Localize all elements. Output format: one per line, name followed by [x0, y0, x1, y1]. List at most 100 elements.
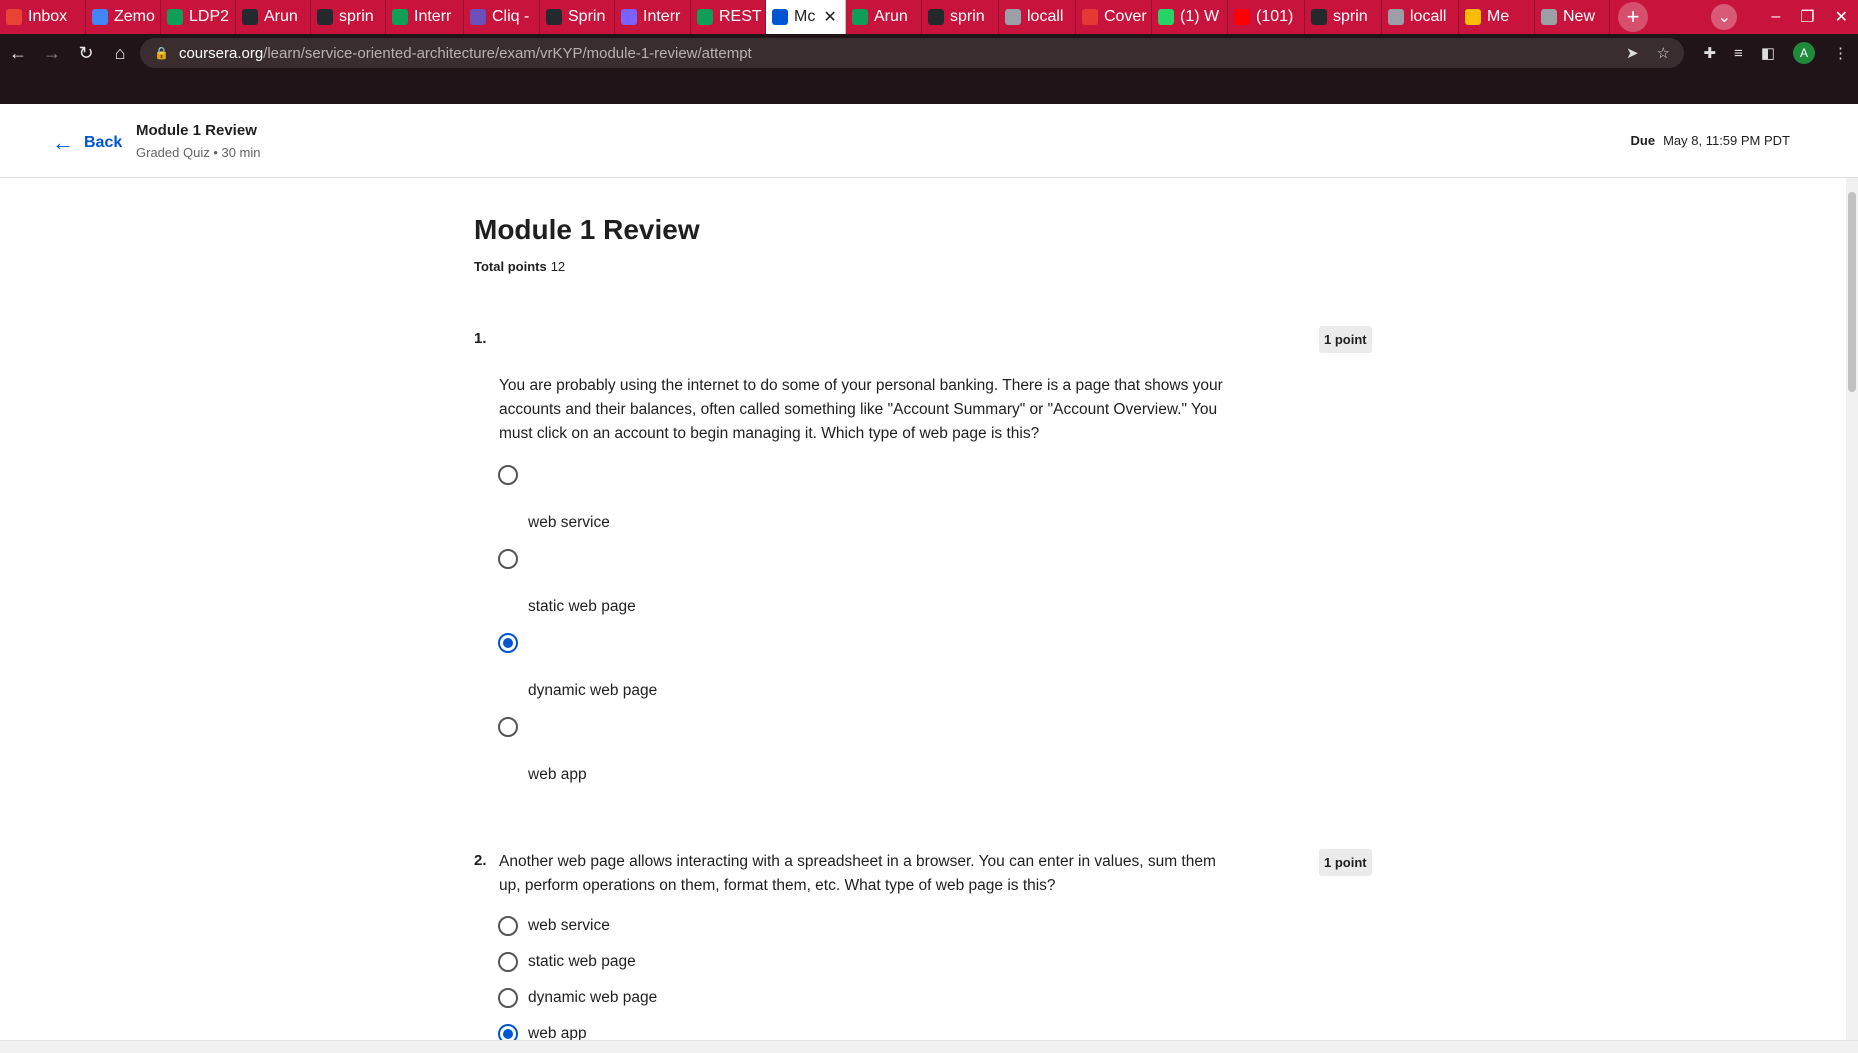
tab-label: Mc	[794, 8, 816, 25]
github-icon	[242, 9, 258, 25]
globe-icon	[1388, 9, 1404, 25]
browser-tab[interactable]: (1) W	[1152, 0, 1228, 34]
q1-option-1-label[interactable]: web service	[528, 514, 610, 532]
profile-avatar[interactable]: A	[1793, 42, 1815, 64]
q1-option-2-radio[interactable]	[498, 549, 518, 569]
due-date: Due May 8, 11:59 PM PDT	[1631, 133, 1790, 148]
tab-label: (101)	[1256, 8, 1294, 25]
extensions-icon[interactable]: ✚	[1703, 44, 1716, 62]
browser-tab[interactable]: sprin	[311, 0, 386, 34]
vertical-scrollbar[interactable]	[1846, 178, 1858, 1040]
quiz-content: Module 1 Review Total points 12 1. 1 poin…	[0, 178, 1846, 1040]
total-points: Total points 12	[474, 259, 565, 274]
browser-tab[interactable]: Inbox	[0, 0, 86, 34]
gmail-icon	[6, 9, 22, 25]
browser-tab[interactable]: Arun	[846, 0, 922, 34]
window-controls: ⌄ – ❐ ✕	[1711, 0, 1848, 34]
bookmark-bar	[0, 72, 1858, 104]
q1-option-4-radio[interactable]	[498, 717, 518, 737]
tab-label: locall	[1410, 8, 1447, 25]
question-2-number: 2.	[474, 852, 487, 869]
browser-tab[interactable]: sprin	[1305, 0, 1382, 34]
forward-nav-icon[interactable]: →	[36, 37, 68, 69]
q2-option-2-radio[interactable]	[498, 952, 518, 972]
close-tab-icon[interactable]: ✕	[823, 7, 836, 27]
q2-option-4-label[interactable]: web app	[528, 1025, 587, 1040]
browser-tab[interactable]: Cover	[1076, 0, 1152, 34]
browser-tab[interactable]: REST	[691, 0, 766, 34]
tab-label: sprin	[339, 8, 374, 25]
browser-tab[interactable]: locall	[1382, 0, 1459, 34]
browser-tab[interactable]: Interr	[386, 0, 464, 34]
browser-tab[interactable]: locall	[999, 0, 1076, 34]
browser-tab[interactable]: sprin	[922, 0, 999, 34]
browser-tab[interactable]: New	[1535, 0, 1610, 34]
q2-option-2-label[interactable]: static web page	[528, 953, 636, 971]
q1-option-3-label[interactable]: dynamic web page	[528, 682, 657, 700]
classroom-icon	[697, 9, 713, 25]
quiz-header: ← Back Module 1 Review Graded Quiz • 30 …	[0, 104, 1858, 178]
q2-option-3-radio[interactable]	[498, 988, 518, 1008]
tab-label: Cover	[1104, 8, 1147, 25]
question-2-text: Another web page allows interacting with…	[499, 853, 1216, 894]
side-panel-icon[interactable]: ◧	[1761, 44, 1775, 62]
q1-option-3-radio[interactable]	[498, 633, 518, 653]
total-points-value: 12	[550, 259, 566, 274]
back-nav-icon[interactable]: ←	[2, 37, 34, 69]
send-icon[interactable]: ➤	[1626, 44, 1639, 62]
github-icon	[1311, 9, 1327, 25]
q2-option-1-radio[interactable]	[498, 916, 518, 936]
browser-tab[interactable]: Cliq -	[464, 0, 540, 34]
browser-tab[interactable]: Arun	[236, 0, 311, 34]
tab-label: Sprin	[568, 8, 606, 25]
back-button[interactable]: ← Back	[52, 130, 122, 156]
github-icon	[928, 9, 944, 25]
scrollbar-thumb[interactable]	[1848, 192, 1856, 392]
media-icon[interactable]: ≡	[1734, 45, 1743, 62]
q1-option-1-radio[interactable]	[498, 465, 518, 485]
header-subtitle: Graded Quiz • 30 min	[136, 145, 261, 160]
due-value: May 8, 11:59 PM PDT	[1663, 133, 1790, 148]
horizontal-scrollbar[interactable]	[0, 1040, 1858, 1053]
minimize-icon[interactable]: –	[1771, 8, 1780, 26]
sheets-icon	[392, 9, 408, 25]
bookmark-star-icon[interactable]: ☆	[1657, 44, 1670, 62]
browser-tab[interactable]: (101)	[1228, 0, 1305, 34]
tab-label: Arun	[874, 8, 908, 25]
page-title: Module 1 Review	[474, 214, 700, 245]
new-tab-button[interactable]: +	[1618, 2, 1648, 32]
browser-tab[interactable]: Me	[1459, 0, 1535, 34]
meet-icon	[1465, 9, 1481, 25]
menu-icon[interactable]: ⋮	[1833, 44, 1848, 62]
browser-tab[interactable]: Mc ✕	[766, 0, 846, 34]
q1-option-4-label[interactable]: web app	[528, 766, 587, 784]
tab-label: LDP2	[189, 8, 230, 25]
q2-option-3-label[interactable]: dynamic web page	[528, 989, 657, 1007]
cliq-icon	[470, 9, 486, 25]
tab-label: Interr	[414, 8, 452, 25]
q2-option-4-radio[interactable]	[498, 1024, 518, 1040]
close-window-icon[interactable]: ✕	[1835, 7, 1848, 27]
coursera-icon	[772, 9, 788, 25]
browser-tab[interactable]: Zemo	[86, 0, 161, 34]
question-1-text: You are probably using the internet to d…	[499, 377, 1223, 442]
browser-tab[interactable]: Sprin	[540, 0, 615, 34]
q1-option-2-label[interactable]: static web page	[528, 598, 636, 616]
browser-tab[interactable]: Interr	[615, 0, 691, 34]
tab-label: Inbox	[28, 8, 68, 25]
back-label: Back	[84, 134, 123, 151]
q2-option-1-label[interactable]: web service	[528, 917, 610, 935]
github-icon	[546, 9, 562, 25]
address-bar[interactable]: 🔒 coursera.org/learn/service-oriented-ar…	[140, 38, 1684, 68]
tab-label: Me	[1487, 8, 1510, 25]
browser-tab[interactable]: LDP2	[161, 0, 236, 34]
restore-icon[interactable]: ❐	[1800, 7, 1814, 27]
whatsapp-icon	[1158, 9, 1174, 25]
github-icon	[317, 9, 333, 25]
home-icon[interactable]: ⌂	[104, 37, 136, 69]
due-label: Due	[1630, 133, 1656, 148]
tab-search-icon[interactable]: ⌄	[1711, 4, 1738, 30]
calendar-icon	[92, 9, 108, 25]
reload-icon[interactable]: ↻	[70, 37, 102, 69]
question-2-points: 1 point	[1319, 849, 1372, 876]
